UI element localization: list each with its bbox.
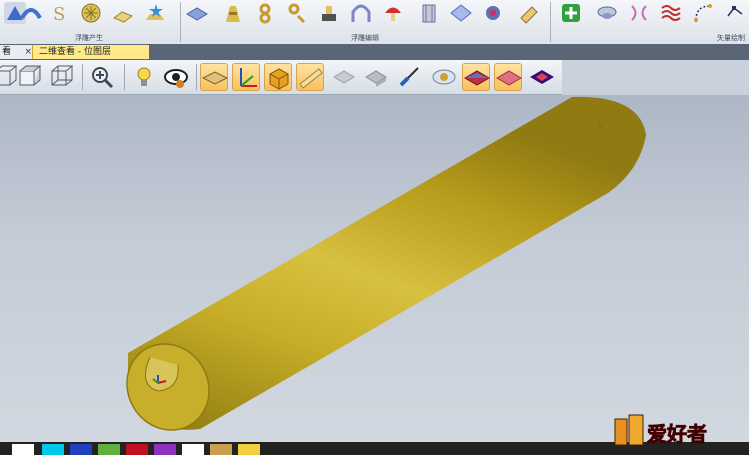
- grey-model-1-icon[interactable]: [330, 63, 358, 91]
- weave-icon[interactable]: [80, 2, 102, 24]
- ribbon-group-label: 浮雕产生: [75, 34, 103, 42]
- node-icon[interactable]: [724, 2, 746, 24]
- ribbon-toolbar: S 浮雕产生 浮雕编辑 矢量绘制: [0, 0, 749, 45]
- ribbon-divider: [550, 2, 551, 42]
- ring-icon[interactable]: [254, 2, 276, 24]
- mushroom-icon[interactable]: [382, 2, 404, 24]
- toolbar-divider: [124, 64, 125, 90]
- light-bulb-icon[interactable]: [130, 63, 158, 91]
- ribbon-group-relief-edit: 浮雕编辑: [182, 0, 548, 44]
- vector-curve-icon[interactable]: [692, 2, 714, 24]
- ribbon-divider: [180, 2, 181, 42]
- wave-icon[interactable]: [660, 2, 682, 24]
- ribbon-group-relief-create: S 浮雕产生: [0, 0, 178, 44]
- add-icon[interactable]: [560, 2, 582, 24]
- arch-icon[interactable]: [350, 2, 372, 24]
- eye-shade-icon[interactable]: [430, 63, 458, 91]
- deform-icon[interactable]: [286, 2, 308, 24]
- bridge-icon[interactable]: [222, 2, 244, 24]
- smooth-icon[interactable]: [112, 2, 134, 24]
- palette-swatch[interactable]: [182, 444, 204, 455]
- axes-icon[interactable]: [232, 63, 260, 91]
- watermark-text: 爱好者: [647, 422, 707, 446]
- grey-model-2-icon[interactable]: [362, 63, 390, 91]
- toolbar-divider: [82, 64, 83, 90]
- toolbar-divider: [196, 64, 197, 90]
- eraser-icon[interactable]: [518, 2, 540, 24]
- palette-swatch[interactable]: [154, 444, 176, 455]
- brush-icon[interactable]: [396, 63, 424, 91]
- palette-swatch[interactable]: [126, 444, 148, 455]
- tab-3d-view[interactable]: 看 ×: [0, 45, 36, 59]
- eye-icon[interactable]: [162, 63, 190, 91]
- view-toolbar: [0, 60, 562, 95]
- 3d-viewport[interactable]: [0, 95, 749, 442]
- palette-swatch[interactable]: [12, 444, 34, 455]
- orbit-icon[interactable]: [482, 2, 504, 24]
- mirror-icon[interactable]: [628, 2, 650, 24]
- palette-swatch[interactable]: [210, 444, 232, 455]
- ribbon-group-label: 矢量绘制: [717, 34, 745, 42]
- site-logo: 爱好者: [613, 413, 741, 449]
- stamp-icon[interactable]: [318, 2, 340, 24]
- tab-2d-view[interactable]: 二维查看 - 位图层: [32, 45, 149, 59]
- palette-swatch[interactable]: [98, 444, 120, 455]
- plane-icon[interactable]: [450, 2, 472, 24]
- cylinder-model: [126, 96, 646, 431]
- layer-red-icon[interactable]: [462, 63, 490, 91]
- svg-text:S: S: [53, 4, 65, 24]
- document-tab-bar: 看 × 二维查看 - 位图层: [0, 44, 749, 60]
- palette-swatch[interactable]: [42, 444, 64, 455]
- tab-label: 看: [2, 47, 12, 57]
- tab-label: 二维查看 - 位图层: [39, 47, 111, 57]
- sculpt-icon[interactable]: [20, 2, 42, 24]
- pillar-icon[interactable]: [418, 2, 440, 24]
- spiral-s-icon[interactable]: S: [48, 2, 70, 25]
- palette-swatch[interactable]: [238, 444, 260, 455]
- bowl-icon[interactable]: [596, 2, 618, 24]
- layer-pink-icon[interactable]: [494, 63, 522, 91]
- ribbon-group-label: 浮雕编辑: [351, 34, 379, 42]
- flatten-icon[interactable]: [186, 2, 208, 24]
- zoom-icon[interactable]: [88, 63, 116, 91]
- ribbon-group-vector: 矢量绘制: [552, 0, 749, 44]
- box-color-icon[interactable]: [264, 63, 292, 91]
- palette-swatch[interactable]: [70, 444, 92, 455]
- star-pile-icon[interactable]: [144, 2, 166, 24]
- iso-view-icon[interactable]: [16, 63, 44, 91]
- bar-shade-icon[interactable]: [296, 63, 324, 91]
- wire-box-icon[interactable]: [48, 63, 76, 91]
- layer-diamond-icon[interactable]: [528, 63, 556, 91]
- plane-view-icon[interactable]: [200, 63, 229, 91]
- close-icon[interactable]: ×: [24, 45, 32, 59]
